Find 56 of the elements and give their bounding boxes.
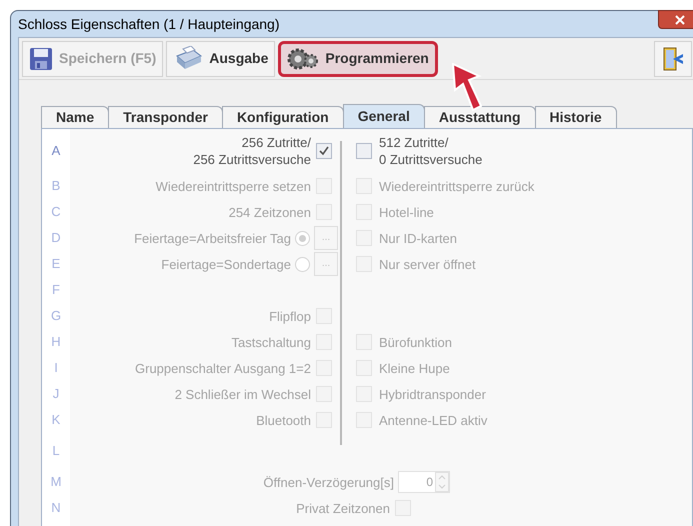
tab[interactable]: Konfiguration xyxy=(222,106,344,128)
row-letter: L xyxy=(52,442,60,460)
toolbar-button[interactable]: Programmieren xyxy=(278,40,438,76)
row-letter: K xyxy=(52,411,60,430)
option-label: Öffnen-Verzögerung[s] xyxy=(263,474,394,490)
option-label: Bluetooth xyxy=(256,412,311,428)
tab[interactable]: Historie xyxy=(534,106,617,128)
row-letter: F xyxy=(52,281,60,300)
close-button[interactable] xyxy=(658,10,693,29)
row-letter: E xyxy=(52,255,60,274)
mouse-pointer-icon xyxy=(452,63,482,111)
option-label: Nur server öffnet xyxy=(379,256,476,272)
checkbox[interactable] xyxy=(356,143,372,159)
option-label: Bürofunktion xyxy=(379,334,452,350)
row-letter: J xyxy=(52,385,60,404)
gears-icon xyxy=(287,46,320,70)
printer-icon xyxy=(173,46,204,72)
toolbar-button[interactable] xyxy=(654,40,692,76)
tab[interactable]: Name xyxy=(41,106,110,128)
check-icon xyxy=(319,146,329,156)
row-letter: I xyxy=(54,359,58,378)
door-arrow-icon xyxy=(661,46,685,72)
close-icon xyxy=(675,14,685,24)
spinner-arrows-icon xyxy=(435,472,449,492)
option-label: Gruppenschalter Ausgang 1=2 xyxy=(135,360,311,376)
option-label: Feiertage=Arbeitsfreier Tag xyxy=(134,230,291,246)
option-label: Feiertage=Sondertage xyxy=(161,256,291,272)
spinner-value: 0 xyxy=(425,474,434,491)
toolbar-button[interactable]: Ausgabe xyxy=(166,40,276,76)
option-label: Wiedereintrittsperre zurück xyxy=(379,178,534,194)
option-label: Privat Zeitzonen xyxy=(296,500,390,516)
option-label: Tastschaltung xyxy=(232,334,311,350)
option-label: 512 Zutritte/ 0 Zutrittsversuche xyxy=(379,134,482,168)
option-label: 256 Zutritte/ 256 Zutrittsversuche xyxy=(193,134,311,168)
row-letter: C xyxy=(51,203,61,222)
option-label: 254 Zeitzonen xyxy=(228,204,311,220)
row-letter: N xyxy=(51,499,61,518)
option-label: 2 Schließer im Wechsel xyxy=(174,386,311,402)
option-label: Antenne-LED aktiv xyxy=(379,412,488,428)
option-label: Wiedereintrittsperre setzen xyxy=(156,178,311,194)
tab[interactable]: General xyxy=(342,104,425,128)
option-label: Kleine Hupe xyxy=(379,360,450,376)
row-letter: B xyxy=(52,177,60,196)
option-label: Hybridtransponder xyxy=(379,386,486,402)
row-letter: H xyxy=(51,333,61,352)
row-letter: M xyxy=(50,473,62,492)
row-letter: D xyxy=(51,229,61,248)
window-title: Schloss Eigenschaften (1 / Haupteingang) xyxy=(18,14,280,34)
tab[interactable]: Ausstattung xyxy=(424,106,536,128)
option-label: Flipflop xyxy=(269,308,311,324)
row-letter: A xyxy=(52,142,60,160)
tab[interactable]: Transponder xyxy=(108,106,223,128)
row-letter: G xyxy=(50,307,62,326)
option-label: Hotel-line xyxy=(379,204,434,220)
option-label: Nur ID-karten xyxy=(379,230,458,246)
checkbox[interactable] xyxy=(316,143,332,159)
